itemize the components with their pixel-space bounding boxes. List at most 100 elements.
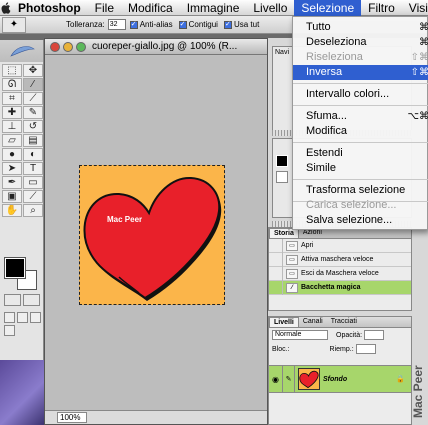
document-title: cuoreper-giallo.jpg @ 100% (R...	[92, 41, 238, 52]
slice-tool-icon[interactable]: ⟋	[23, 92, 43, 105]
color-panel-foreground-swatch[interactable]	[276, 155, 288, 167]
minimize-window-icon[interactable]	[63, 41, 73, 52]
history-row-selected[interactable]: ⁄ Bacchetta magica	[269, 280, 411, 295]
healing-brush-icon[interactable]: ✚	[2, 106, 22, 119]
desktop-background	[0, 360, 44, 425]
menu-item-sfuma[interactable]: Sfuma... ⌥⌘	[293, 109, 428, 124]
toolbox-header[interactable]	[0, 40, 43, 62]
menu-item-carica-selezione: Carica selezione...	[306, 199, 397, 211]
screen-mode-full-button[interactable]	[30, 312, 41, 323]
menu-item-trasforma-selezione[interactable]: Trasforma selezione	[293, 183, 428, 198]
lasso-tool-icon[interactable]: ᘏ	[2, 78, 22, 91]
move-tool-icon[interactable]: ✥	[23, 64, 43, 77]
menu-item-deseleziona[interactable]: Deseleziona ⌘	[293, 35, 428, 50]
shape-tool-icon[interactable]: ▭	[23, 176, 43, 189]
foreground-color-swatch[interactable]	[4, 257, 26, 279]
menu-photoshop[interactable]: Photoshop	[11, 0, 88, 16]
use-all-layers-checkbox[interactable]: Usa tut	[223, 20, 260, 29]
eyedropper-tool-icon[interactable]: ⟋	[23, 190, 43, 203]
notes-tool-icon[interactable]: ▣	[2, 190, 22, 203]
tab-livelli[interactable]: Livelli	[269, 317, 299, 327]
menu-item-tutto[interactable]: Tutto ⌘	[293, 20, 428, 35]
menu-modifica[interactable]: Modifica	[121, 0, 180, 16]
antialias-checkbox[interactable]: Anti-alias	[129, 20, 173, 29]
layers-panel: Livelli Canali Tracciati Normale Opacità…	[268, 316, 412, 425]
menu-item-estendi[interactable]: Estendi	[293, 146, 428, 161]
menu-item-riseleziona: Riseleziona ⇧⌘	[306, 51, 428, 63]
dodge-tool-icon[interactable]: ◐	[23, 148, 43, 161]
use-all-label: Usa tut	[233, 20, 260, 29]
pen-tool-icon[interactable]: ✒	[2, 176, 22, 189]
document-title-bar[interactable]: cuoreper-giallo.jpg @ 100% (R...	[45, 39, 267, 55]
checkbox-checked-icon	[129, 20, 138, 29]
zoom-window-icon[interactable]	[76, 41, 86, 52]
navigator-tab[interactable]: Navi	[275, 49, 289, 56]
color-panel-background-swatch[interactable]	[276, 171, 288, 183]
jump-to-imageready-button[interactable]	[4, 325, 15, 336]
gradient-tool-icon[interactable]: ▤	[23, 134, 43, 147]
stamp-tool-icon[interactable]: ⊥	[2, 120, 22, 133]
quick-mask-mode-button[interactable]	[23, 294, 40, 306]
history-row[interactable]: ▭ Apri	[269, 238, 411, 253]
history-brush-icon[interactable]: ↺	[23, 120, 43, 133]
opacity-field[interactable]	[364, 330, 385, 340]
menu-item-intervallo-colori[interactable]: Intervallo colori...	[293, 87, 428, 102]
screen-mode-standard-button[interactable]	[4, 312, 15, 323]
color-swatches[interactable]	[4, 257, 39, 292]
history-row[interactable]: ▭ Attiva maschera veloce	[269, 252, 411, 267]
lock-label: Bloc.:	[272, 345, 290, 353]
marquee-tool-icon[interactable]: ⬚	[2, 64, 22, 77]
magic-wand-tool-preset-icon[interactable]: ✦	[2, 16, 26, 33]
contiguous-checkbox[interactable]: Contigui	[178, 20, 218, 29]
magic-wand-icon: ⁄	[286, 282, 298, 293]
tab-canali[interactable]: Canali	[299, 317, 327, 327]
menu-immagine[interactable]: Immagine	[180, 0, 247, 16]
zoom-tool-icon[interactable]: ⌕	[23, 204, 43, 217]
blur-tool-icon[interactable]: ●	[2, 148, 22, 161]
fill-label: Riemp.:	[329, 345, 354, 353]
antialias-label: Anti-alias	[139, 20, 173, 29]
tolerance-input[interactable]	[107, 19, 126, 30]
watermark-mac-peer: Mac Peer	[411, 365, 425, 418]
brush-tool-icon[interactable]: ✎	[23, 106, 43, 119]
eraser-tool-icon[interactable]: ▱	[2, 134, 22, 147]
close-window-icon[interactable]	[50, 41, 60, 52]
canvas-area[interactable]: Mac Peer	[45, 56, 267, 410]
apple-menu-icon[interactable]	[0, 0, 11, 16]
menu-filtro[interactable]: Filtro	[361, 0, 402, 16]
menu-item-simile[interactable]: Simile	[293, 161, 428, 176]
menu-selezione[interactable]: Selezione	[294, 0, 362, 16]
toolbox: ⬚ ✥ ᘏ ⁄ ⌗ ⟋ ✚ ✎ ⊥ ↺ ▱ ▤ ● ◐ ➤ T ✒ ▭ ▣ ⟋ …	[0, 40, 44, 360]
quick-mask-buttons	[4, 294, 40, 306]
menu-bar: Photoshop File Modifica Immagine Livello…	[0, 0, 428, 16]
menu-livello[interactable]: Livello	[246, 0, 294, 16]
history-row-label: Bacchetta magica	[301, 284, 361, 291]
menu-separator	[293, 179, 428, 180]
history-row[interactable]: ▭ Esci da Maschera veloce	[269, 266, 411, 281]
tab-tracciati[interactable]: Tracciati	[327, 317, 361, 327]
screen-mode-menu-button[interactable]	[17, 312, 28, 323]
history-panel: Storia Azioni ▭ Apri ▭ Attiva maschera vel…	[268, 227, 412, 311]
menu-item-modifica[interactable]: Modifica	[293, 124, 428, 139]
menu-item-salva-selezione[interactable]: Salva selezione...	[293, 213, 428, 228]
brush-link-icon[interactable]: ✎	[283, 365, 295, 393]
standard-mode-button[interactable]	[4, 294, 21, 306]
menu-item-inversa[interactable]: Inversa ⇧⌘	[293, 65, 428, 80]
layer-row[interactable]: ◉ ✎ Sfondo 🔒	[269, 365, 411, 393]
magic-wand-tool-icon[interactable]: ⁄	[23, 78, 43, 91]
fill-field[interactable]	[355, 344, 376, 354]
hand-tool-icon[interactable]: ✋	[2, 204, 22, 217]
history-state-icon: ▭	[286, 240, 298, 251]
type-tool-icon[interactable]: T	[23, 162, 43, 175]
path-selection-icon[interactable]: ➤	[2, 162, 22, 175]
menu-vista[interactable]: Visi	[402, 0, 428, 16]
eye-icon[interactable]: ◉	[269, 365, 283, 393]
blend-mode-select[interactable]: Normale	[272, 330, 328, 340]
zoom-level-field[interactable]: 100%	[57, 412, 87, 423]
document-window: cuoreper-giallo.jpg @ 100% (R... Mac Pee…	[44, 38, 268, 425]
menu-file[interactable]: File	[88, 0, 121, 16]
menu-separator	[293, 105, 428, 106]
history-state-icon: ▭	[286, 254, 298, 265]
crop-tool-icon[interactable]: ⌗	[2, 92, 22, 105]
document-image[interactable]: Mac Peer	[79, 165, 225, 305]
